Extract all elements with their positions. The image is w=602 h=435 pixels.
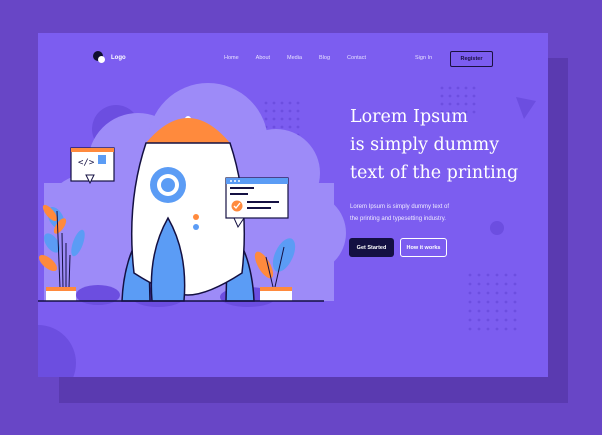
landing-page: </> Logo Home About Media Blog Contact S… <box>38 33 548 377</box>
logo-text: Logo <box>111 54 126 61</box>
hero-title: Lorem Ipsum is simply dummy text of the … <box>350 103 540 187</box>
hero-subtitle-line: the printing and typesetting industry. <box>350 216 446 222</box>
nav-link-about[interactable]: About <box>256 55 270 61</box>
dot-shape <box>490 221 504 235</box>
hero-subtitle-line: Lorem Ipsum is simply dummy text of <box>350 204 450 210</box>
hero-title-line: Lorem Ipsum <box>350 107 468 127</box>
nav-links: Home About Media Blog Contact <box>224 55 383 61</box>
corner-blob-left <box>38 325 76 377</box>
logo-icon <box>93 51 106 64</box>
nav-link-media[interactable]: Media <box>287 55 302 61</box>
nav-link-blog[interactable]: Blog <box>319 55 330 61</box>
nav-link-contact[interactable]: Contact <box>347 55 366 61</box>
svg-text:</>: </> <box>78 158 95 168</box>
nav-link-home[interactable]: Home <box>224 55 239 61</box>
get-started-button[interactable]: Get Started <box>349 238 394 257</box>
hero-subtitle: Lorem Ipsum is simply dummy text of the … <box>350 201 490 225</box>
hero-title-line: text of the printing <box>350 163 519 183</box>
code-window-icon: </> <box>70 147 115 185</box>
dot-grid-bottom-right <box>468 273 517 331</box>
sign-in-link[interactable]: Sign In <box>415 55 432 61</box>
hero-title-line: is simply dummy <box>350 135 500 155</box>
register-button[interactable]: Register <box>450 51 493 67</box>
how-it-works-button[interactable]: How it works <box>400 238 447 257</box>
logo[interactable]: Logo <box>93 51 126 64</box>
